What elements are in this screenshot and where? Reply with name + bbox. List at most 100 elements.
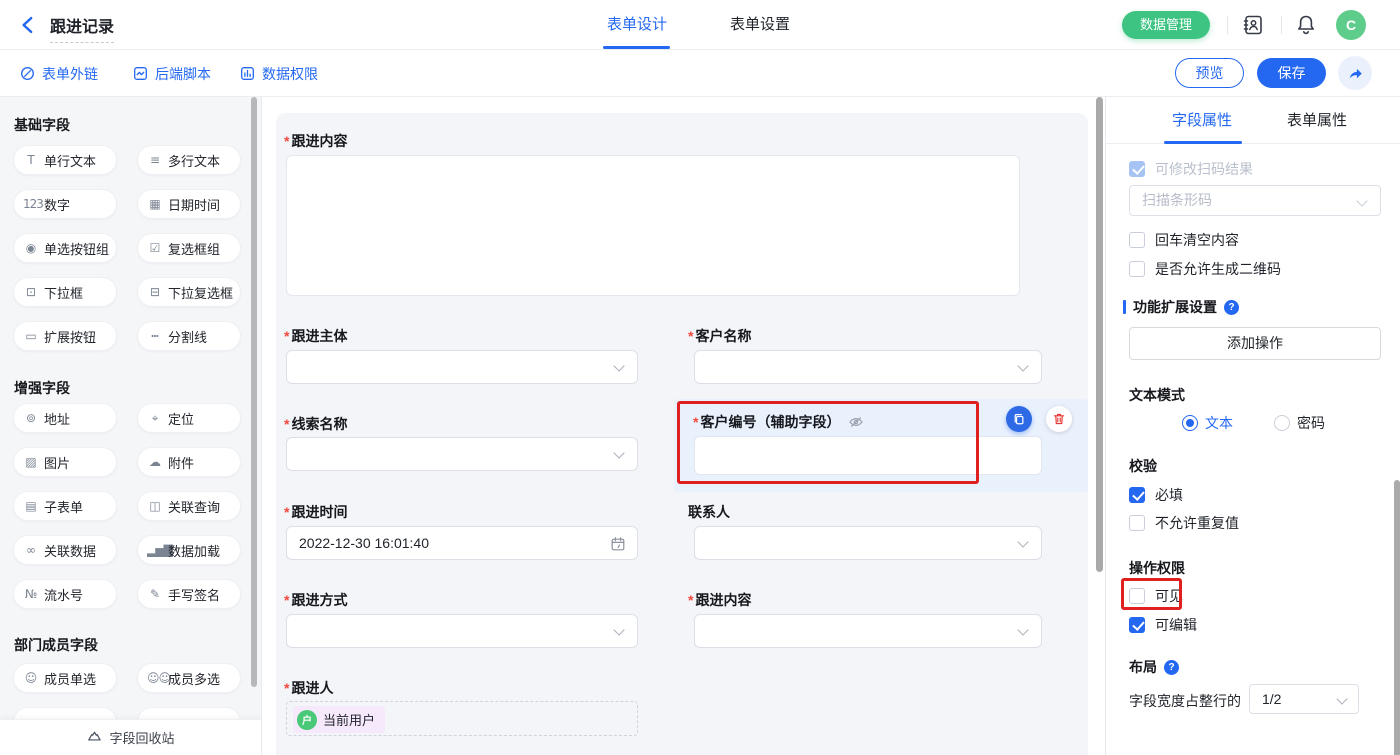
field-type-label: 日期时间 [168, 195, 220, 214]
tab-form-design[interactable]: 表单设计 [597, 0, 677, 50]
enter-clear-checkbox-row[interactable]: 回车清空内容 [1129, 230, 1239, 250]
field-type-label: 手写签名 [168, 585, 220, 604]
field-type-chip[interactable]: ▦ 日期时间 [137, 189, 241, 219]
field-recycle-bin[interactable]: 字段回收站 [0, 719, 262, 755]
tab-form-properties[interactable]: 表单属性 [1284, 97, 1350, 144]
checkbox-unchecked[interactable] [1129, 261, 1145, 277]
field-type-chip[interactable]: ▂▅▇ 数据加载 [137, 535, 241, 565]
field-type-chip[interactable]: ┅ 分割线 [137, 321, 241, 351]
share-button[interactable] [1338, 56, 1372, 90]
tab-form-settings[interactable]: 表单设置 [720, 0, 800, 50]
selected-field-customer-no[interactable]: 客户编号（辅助字段） [674, 399, 1088, 492]
canvas-scrollbar-thumb[interactable] [1096, 97, 1103, 572]
contact-select[interactable] [694, 526, 1042, 560]
field-type-chip[interactable]: ⊡ 下拉框 [13, 277, 117, 307]
radio-text-mode-text[interactable]: 文本 [1182, 413, 1233, 433]
panel-scrollbar-thumb[interactable] [1394, 480, 1400, 755]
field-type-label: 多行文本 [168, 151, 220, 170]
back-button[interactable] [18, 15, 38, 35]
follow-content2-select[interactable] [694, 614, 1042, 648]
header: 跟进记录 表单设计 表单设置 数据管理 C [0, 0, 1400, 50]
customer-name-select[interactable] [694, 350, 1042, 384]
help-icon[interactable]: ? [1224, 300, 1239, 315]
data-permission-link[interactable]: 数据权限 [240, 50, 318, 97]
qrcode-checkbox-row[interactable]: 是否允许生成二维码 [1129, 259, 1281, 279]
field-type-chip[interactable]: T 单行文本 [13, 145, 117, 175]
follow-way-select[interactable] [286, 614, 638, 648]
field-type-label: 成员多选 [168, 669, 220, 688]
field-type-label: 子表单 [44, 497, 83, 516]
radio-unselected[interactable] [1274, 415, 1290, 431]
checkbox-unchecked[interactable] [1129, 588, 1145, 604]
radio-selected[interactable] [1182, 415, 1198, 431]
copy-field-button[interactable] [1006, 406, 1032, 432]
field-type-chip[interactable]: ▤ 子表单 [13, 491, 117, 521]
field-type-chip[interactable]: ▨ 图片 [13, 447, 117, 477]
bell-icon[interactable] [1294, 13, 1318, 37]
field-type-chip[interactable]: ☑ 复选框组 [137, 233, 241, 263]
save-button[interactable]: 保存 [1257, 58, 1326, 88]
scan-result-checkbox-row[interactable]: 可修改扫码结果 [1129, 159, 1253, 179]
checkbox-checked[interactable] [1129, 487, 1145, 503]
preview-button[interactable]: 预览 [1175, 58, 1244, 88]
checkbox-unchecked[interactable] [1129, 515, 1145, 531]
field-label-contact: 联系人 [688, 502, 730, 522]
delete-field-button[interactable] [1046, 406, 1072, 432]
field-width-select[interactable]: 1/2 [1249, 684, 1359, 714]
field-type-chip[interactable]: ◫ 关联查询 [137, 491, 241, 521]
field-type-chip[interactable]: ⊚ 地址 [13, 403, 117, 433]
field-type-chip[interactable]: ☁ 附件 [137, 447, 241, 477]
field-type-chip[interactable]: ≡ 多行文本 [137, 145, 241, 175]
backend-script-link[interactable]: 后端脚本 [133, 50, 211, 97]
field-type-chip[interactable]: ☺☺ 成员多选 [137, 663, 241, 693]
no-duplicate-checkbox-row[interactable]: 不允许重复值 [1129, 513, 1239, 533]
eye-off-icon [848, 414, 864, 430]
field-type-chip[interactable]: ∞ 关联数据 [13, 535, 117, 565]
field-label-follow-person: 跟进人 [284, 678, 333, 698]
basic-fields-grid: T 单行文本 ≡ 多行文本 123 数字 ▦ 日期时间 [13, 145, 249, 351]
follow-person-field[interactable]: 户 当前用户 [286, 701, 638, 736]
field-type-label: 图片 [44, 453, 70, 472]
page-title[interactable]: 跟进记录 [50, 13, 114, 43]
toolbar: 表单外链 后端脚本 数据权限 预览 保存 [0, 50, 1400, 97]
field-type-chip[interactable]: ⌖ 定位 [137, 403, 241, 433]
field-type-icon: 123 [23, 197, 38, 211]
checkbox-checked-disabled[interactable] [1129, 161, 1145, 177]
current-user-tag[interactable]: 户 当前用户 [293, 706, 385, 733]
field-type-chip[interactable]: ◉ 单选按钮组 [13, 233, 117, 263]
field-type-chip[interactable]: № 流水号 [13, 579, 117, 609]
calendar-icon [610, 536, 626, 552]
field-type-chip[interactable]: ▭ 扩展按钮 [13, 321, 117, 351]
field-type-chip[interactable]: ✎ 手写签名 [137, 579, 241, 609]
follow-time-input[interactable]: 2022-12-30 16:01:40 [286, 526, 638, 560]
radio-text-mode-password[interactable]: 密码 [1274, 413, 1325, 433]
visible-checkbox-row[interactable]: 可见 [1129, 586, 1183, 606]
sidebar-scrollbar-thumb[interactable] [251, 97, 257, 687]
follow-content-textarea[interactable] [286, 155, 1020, 296]
chevron-down-icon [1336, 693, 1347, 704]
field-width-label: 字段宽度占整行的 [1129, 691, 1241, 711]
required-checkbox-row[interactable]: 必填 [1129, 485, 1183, 505]
scan-mode-select[interactable]: 扫描条形码 [1129, 185, 1381, 216]
field-type-icon: ☺ [23, 671, 38, 685]
checkbox-unchecked[interactable] [1129, 232, 1145, 248]
form-external-link[interactable]: 表单外链 [20, 50, 98, 97]
checkbox-checked[interactable] [1129, 617, 1145, 633]
tab-field-properties[interactable]: 字段属性 [1162, 97, 1242, 144]
customer-no-input[interactable] [694, 436, 1042, 475]
contacts-icon[interactable] [1241, 13, 1265, 37]
field-type-chip[interactable]: ☺ 成员单选 [13, 663, 117, 693]
user-avatar[interactable]: C [1336, 10, 1366, 40]
field-type-chip[interactable]: 123 数字 [13, 189, 117, 219]
link-icon [20, 66, 35, 81]
lead-name-select[interactable] [286, 437, 638, 471]
field-label-follow-content: 跟进内容 [284, 131, 347, 151]
help-icon[interactable]: ? [1164, 660, 1179, 675]
add-action-button[interactable]: 添加操作 [1129, 327, 1381, 360]
follow-subject-select[interactable] [286, 350, 638, 384]
field-type-chip[interactable]: ⊟ 下拉复选框 [137, 277, 241, 307]
field-type-label: 数字 [44, 195, 70, 214]
field-type-icon: ⌖ [147, 411, 162, 426]
data-manage-button[interactable]: 数据管理 [1122, 11, 1210, 39]
editable-checkbox-row[interactable]: 可编辑 [1129, 615, 1197, 635]
